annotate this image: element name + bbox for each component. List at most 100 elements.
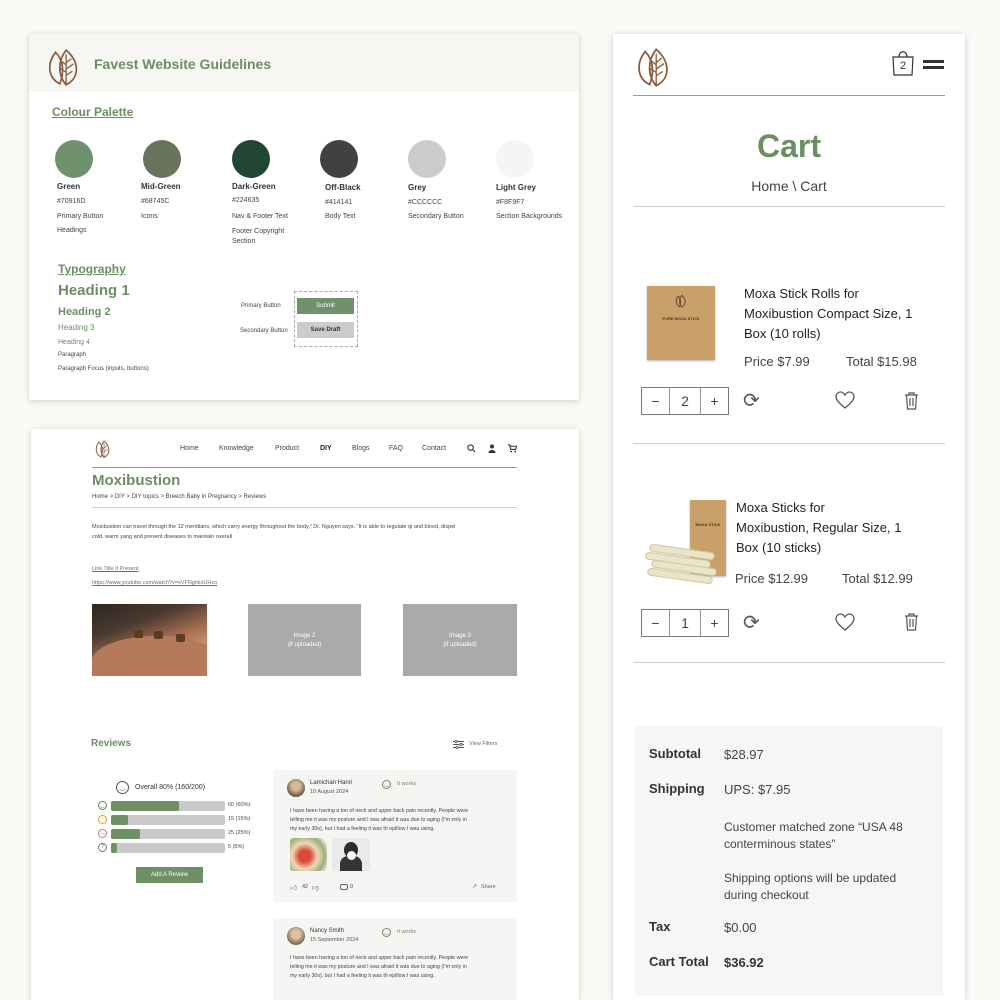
product-box-title: PURE MOXA STICK (662, 316, 700, 321)
nav-home[interactable]: Home (180, 445, 199, 452)
swatch-grey (408, 140, 446, 178)
add-review-button[interactable]: Add A Review (136, 867, 203, 883)
reviewer-name: Lamichan Hanri (310, 780, 353, 786)
nav-blogs[interactable]: Blogs (352, 445, 370, 452)
review-card: Lamichan Hanri 10 August 2024 ‿ It works… (273, 770, 517, 902)
product-name-line[interactable]: Moxibustion, Regular Size, 1 (736, 520, 901, 535)
breadcrumb[interactable]: Home > DIY > DIY topics > Breech Baby in… (92, 494, 266, 500)
heading-4-sample: Heading 4 (58, 339, 90, 346)
product-name-line[interactable]: Moxa Sticks for (736, 500, 825, 515)
quantity-value[interactable]: 1 (670, 610, 700, 636)
share-icon[interactable]: ↗ (472, 883, 477, 890)
gallery-image-3-placeholder[interactable]: Image 3 (if uploaded) (403, 604, 517, 676)
cart-card: 2 Cart Home \ Cart PURE MOXA STICK Moxa … (613, 34, 965, 1000)
review-verdict: It works (397, 781, 416, 787)
share-button[interactable]: Share (481, 884, 496, 890)
breadcrumb[interactable]: Home \ Cart (613, 178, 965, 194)
swatch-dark-green (232, 140, 270, 178)
gallery-image-1[interactable] (92, 604, 207, 676)
increment-button[interactable]: + (700, 388, 728, 414)
refresh-icon[interactable]: ⟳ (743, 610, 760, 635)
if-uploaded-label: (if uploaded) (443, 642, 477, 648)
rating-count: 15 (15%) (228, 816, 251, 822)
color-use: Headings (57, 227, 87, 234)
review-photo[interactable] (290, 838, 327, 871)
quantity-value[interactable]: 2 (670, 388, 700, 414)
filter-icon[interactable] (453, 740, 464, 749)
header-divider (633, 95, 945, 96)
guidelines-card: Favest Website Guidelines Colour Palette… (29, 34, 579, 400)
happy-face-icon: ‿ (98, 801, 107, 810)
video-link[interactable]: https://www.youtube.com/watch?v=xVFNghkx… (92, 580, 217, 586)
avatar[interactable] (287, 927, 305, 945)
favest-logo-icon[interactable] (93, 439, 113, 459)
nav-knowledge[interactable]: Knowledge (219, 445, 254, 452)
comment-count: 0 (350, 884, 354, 890)
product-name-line[interactable]: Box (10 sticks) (736, 540, 821, 555)
shipping-note-line: Shipping options will be updated (724, 871, 897, 885)
trash-icon[interactable] (904, 391, 919, 410)
dislike-icon[interactable]: 👎︎ (312, 883, 319, 892)
menu-icon[interactable] (923, 60, 944, 69)
comment-icon[interactable] (340, 884, 348, 890)
decrement-button[interactable]: − (642, 388, 670, 414)
product-price: Price $12.99 (735, 571, 808, 586)
swatch-mid-green (143, 140, 181, 178)
tax-value: $0.00 (724, 920, 757, 935)
product-name-line[interactable]: Moxibustion Compact Size, 1 (744, 306, 912, 321)
body-text-line: cold, warm yang and prevent diseases to … (92, 534, 233, 540)
gallery-image-2-placeholder[interactable]: Image 2 (if uploaded) (248, 604, 361, 676)
refresh-icon[interactable]: ⟳ (743, 388, 760, 413)
cart-count-badge: 2 (899, 60, 907, 72)
view-filters-button[interactable]: View Filters (469, 741, 497, 747)
nav-contact[interactable]: Contact (422, 445, 446, 452)
user-icon[interactable] (488, 444, 496, 453)
zone-note-line: conterminous states” (724, 837, 836, 851)
heart-icon[interactable] (835, 391, 855, 409)
quantity-stepper[interactable]: − 1 + (641, 609, 729, 637)
play-icon[interactable] (347, 851, 356, 860)
quantity-stepper[interactable]: − 2 + (641, 387, 729, 415)
nav-product[interactable]: Product (275, 445, 299, 452)
cart-title: Cart (756, 128, 821, 164)
smiley-icon: ‿ (116, 781, 129, 794)
save-draft-button[interactable]: Save Draft (297, 322, 354, 338)
paragraph-sample: Paragraph (58, 352, 87, 358)
product-image[interactable]: PURE MOXA STICK (647, 286, 715, 360)
submit-button[interactable]: Submit (297, 298, 354, 314)
search-icon[interactable] (467, 444, 476, 453)
decrement-button[interactable]: − (642, 610, 670, 636)
rating-count: 60 (60%) (228, 802, 251, 808)
nav-faq[interactable]: FAQ (389, 445, 403, 452)
nav-diy[interactable]: DIY (320, 445, 332, 452)
item-divider (633, 662, 945, 663)
increment-button[interactable]: + (700, 610, 728, 636)
tax-label: Tax (649, 919, 671, 934)
product-name-line[interactable]: Moxa Stick Rolls for (744, 286, 859, 301)
zone-note-line: Customer matched zone “USA 48 (724, 820, 903, 834)
heart-icon[interactable] (835, 613, 855, 631)
shipping-note-line: during checkout (724, 888, 809, 902)
smiley-icon: ‿ (382, 780, 391, 789)
sad-face-icon: ︵ (98, 829, 107, 838)
subtotal-label: Subtotal (649, 746, 701, 761)
overall-rating: Overall 80% (160/200) (135, 784, 206, 791)
subtotal-value: $28.97 (724, 747, 764, 762)
product-name-line[interactable]: Box (10 rolls) (744, 326, 821, 341)
trash-icon[interactable] (904, 612, 919, 631)
review-text-line: telling me it was my posture and I was a… (290, 817, 467, 823)
palette-heading: Colour Palette (52, 105, 134, 119)
favest-logo-icon[interactable] (632, 45, 676, 89)
avatar[interactable] (287, 779, 305, 797)
like-count: 42 (302, 884, 309, 890)
rating-bar-fill (111, 815, 129, 825)
review-video-thumbnail[interactable] (332, 838, 370, 871)
cart-icon[interactable] (508, 444, 517, 453)
link-title[interactable]: Link Title if Present (92, 566, 138, 572)
product-image[interactable]: MOXA STICK (644, 500, 731, 588)
like-icon[interactable]: 👍︎ (290, 883, 297, 892)
color-name: Grey (408, 183, 427, 192)
color-name: Green (57, 182, 81, 191)
smiley-icon: ‿ (382, 928, 391, 937)
color-use: Icons (141, 213, 158, 220)
